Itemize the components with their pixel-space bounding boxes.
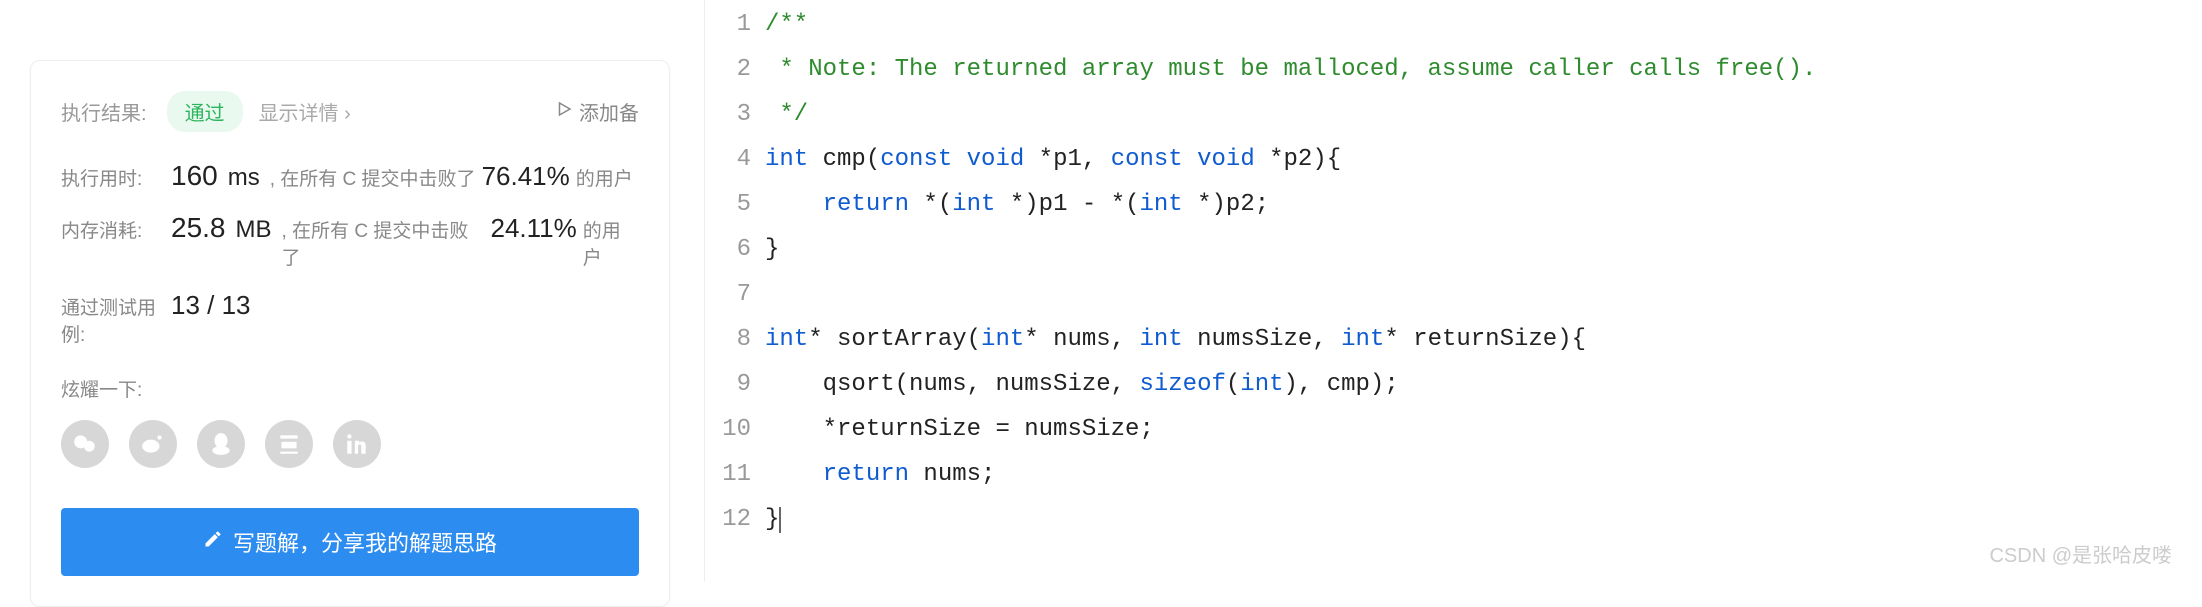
testcase-value: 13 / 13 — [171, 290, 251, 321]
add-note-label: 添加备 — [579, 97, 639, 126]
result-card: 执行结果: 通过 显示详情 › 添加备 执行用时: 160 ms , 在所有 C… — [30, 60, 670, 607]
wechat-icon[interactable] — [61, 420, 109, 468]
runtime-label: 执行用时: — [61, 164, 171, 191]
line-number: 5 — [709, 182, 751, 227]
memory-percent: 24.11% — [491, 213, 577, 244]
result-label: 执行结果: — [61, 97, 147, 126]
line-number: 10 — [709, 407, 751, 452]
play-icon — [555, 100, 573, 124]
testcase-label: 通过测试用例: — [61, 293, 171, 347]
code-line[interactable]: */ — [765, 92, 2202, 137]
code-line[interactable]: } — [765, 497, 2202, 542]
memory-prefix: , 在所有 C 提交中击败了 — [282, 216, 485, 270]
write-solution-label: 写题解，分享我的解题思路 — [233, 526, 497, 558]
share-label: 炫耀一下: — [61, 375, 639, 402]
code-content[interactable]: /** * Note: The returned array must be m… — [765, 2, 2202, 582]
code-line[interactable]: * Note: The returned array must be mallo… — [765, 47, 2202, 92]
panel-divider — [704, 0, 705, 582]
code-line[interactable]: /** — [765, 2, 2202, 47]
write-solution-button[interactable]: 写题解，分享我的解题思路 — [61, 508, 639, 576]
memory-unit: MB — [236, 216, 272, 244]
runtime-percent: 76.41% — [482, 161, 570, 192]
line-number: 1 — [709, 2, 751, 47]
runtime-row: 执行用时: 160 ms , 在所有 C 提交中击败了 76.41% 的用户 — [61, 160, 639, 192]
linkedin-icon[interactable] — [333, 420, 381, 468]
code-line[interactable]: int cmp(const void *p1, const void *p2){ — [765, 137, 2202, 182]
line-number: 2 — [709, 47, 751, 92]
code-line[interactable]: int* sortArray(int* nums, int numsSize, … — [765, 317, 2202, 362]
qq-icon[interactable] — [197, 420, 245, 468]
line-number: 7 — [709, 272, 751, 317]
memory-suffix: 的用户 — [583, 216, 639, 270]
line-number: 11 — [709, 452, 751, 497]
code-line[interactable]: return nums; — [765, 452, 2202, 497]
add-note-button[interactable]: 添加备 — [555, 97, 639, 126]
code-editor[interactable]: 123456789101112 /** * Note: The returned… — [709, 0, 2202, 582]
line-number: 8 — [709, 317, 751, 362]
code-line[interactable]: } — [765, 227, 2202, 272]
runtime-suffix: 的用户 — [576, 164, 633, 191]
memory-row: 内存消耗: 25.8 MB , 在所有 C 提交中击败了 24.11% 的用户 — [61, 212, 639, 270]
runtime-unit: ms — [228, 164, 260, 192]
status-badge: 通过 — [167, 91, 243, 132]
code-line[interactable]: qsort(nums, numsSize, sizeof(int), cmp); — [765, 362, 2202, 407]
code-line[interactable] — [765, 272, 2202, 317]
douban-icon[interactable] — [265, 420, 313, 468]
pen-icon — [203, 529, 223, 555]
social-row — [61, 420, 639, 468]
runtime-prefix: , 在所有 C 提交中击败了 — [270, 164, 476, 191]
code-line[interactable]: return *(int *)p1 - *(int *)p2; — [765, 182, 2202, 227]
code-line[interactable]: *returnSize = numsSize; — [765, 407, 2202, 452]
cursor-icon — [779, 507, 781, 533]
line-number: 4 — [709, 137, 751, 182]
watermark: CSDN @是张哈皮喽 — [1989, 539, 2172, 568]
results-panel: 执行结果: 通过 显示详情 › 添加备 执行用时: 160 ms , 在所有 C… — [0, 0, 700, 582]
show-details-link[interactable]: 显示详情 › — [259, 97, 351, 126]
line-number: 3 — [709, 92, 751, 137]
line-gutter: 123456789101112 — [709, 2, 765, 582]
memory-value: 25.8 — [171, 212, 226, 244]
line-number: 6 — [709, 227, 751, 272]
memory-label: 内存消耗: — [61, 216, 171, 243]
weibo-icon[interactable] — [129, 420, 177, 468]
line-number: 9 — [709, 362, 751, 407]
testcase-row: 通过测试用例: 13 / 13 — [61, 290, 639, 347]
line-number: 12 — [709, 497, 751, 542]
result-header: 执行结果: 通过 显示详情 › 添加备 — [61, 91, 639, 132]
runtime-value: 160 — [171, 160, 218, 192]
